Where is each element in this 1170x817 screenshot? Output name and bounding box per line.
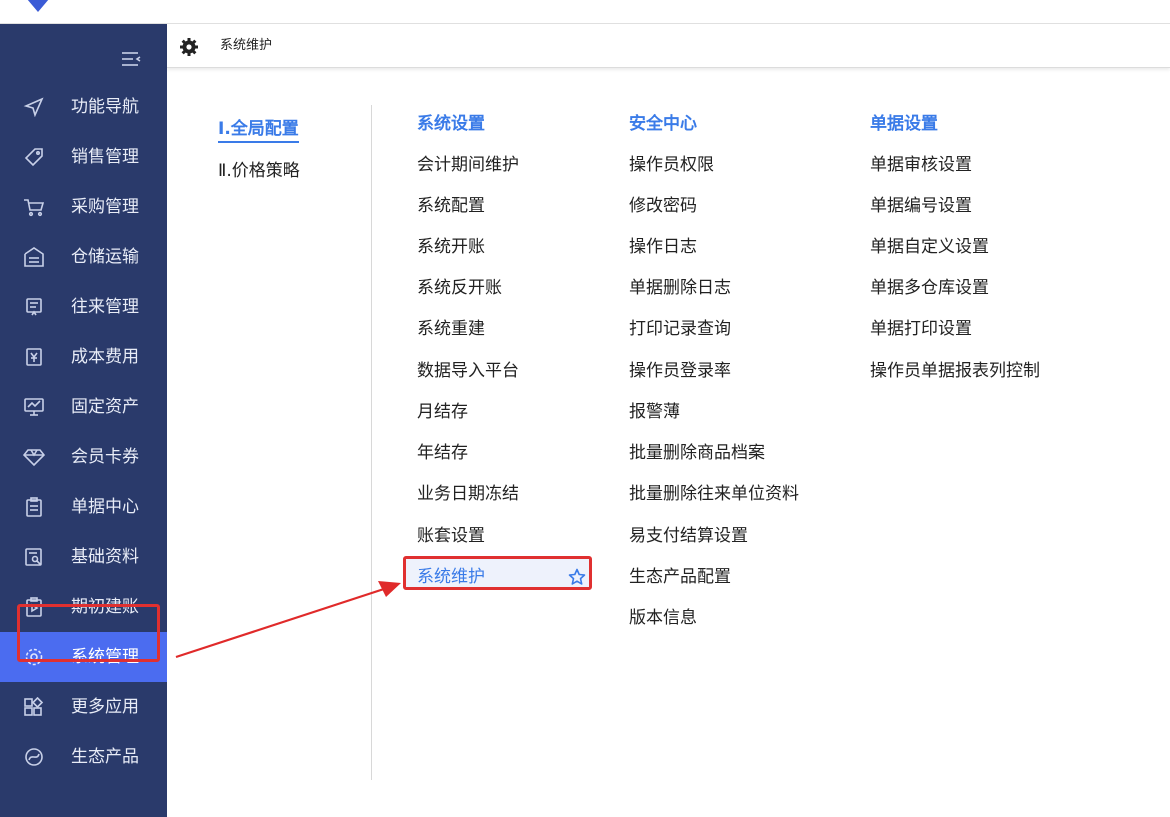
sidebar-item-accounts[interactable]: 往来管理 [0, 282, 167, 332]
menu-item[interactable]: 系统重建 [417, 317, 485, 341]
clipboard-play-icon [26, 597, 42, 617]
sidebar-item-basic-data[interactable]: 基础资料 [0, 532, 167, 582]
sidebar-item-label: 销售管理 [71, 147, 139, 167]
sidebar-item-label: 更多应用 [71, 697, 139, 717]
sidebar-item-documents[interactable]: 单据中心 [0, 482, 167, 532]
sidebar-item-label: 采购管理 [71, 197, 139, 217]
menu-item[interactable]: 会计期间维护 [417, 153, 519, 177]
logo-icon [27, 0, 49, 12]
yen-bill-icon [26, 348, 42, 366]
menu-item[interactable]: 系统反开账 [417, 276, 502, 300]
sidebar-item-label: 单据中心 [71, 497, 139, 517]
tag-icon [24, 148, 43, 167]
menu-item[interactable]: 操作日志 [629, 235, 697, 259]
menu-item[interactable]: 系统开账 [417, 235, 485, 259]
sidebar-item-fixed-assets[interactable]: 固定资产 [0, 382, 167, 432]
menu-item[interactable]: 年结存 [417, 441, 468, 465]
sidebar-item-label: 固定资产 [71, 397, 139, 417]
sidebar-item-label: 仓储运输 [71, 247, 139, 267]
gear-icon [25, 648, 43, 666]
menu-item[interactable]: 单据编号设置 [870, 194, 972, 218]
diamond-icon [23, 449, 45, 467]
sidebar: 功能导航 销售管理 采购管理 仓储运输 往来管理 成本费用 固定资产 会员卡券 [0, 24, 167, 817]
annotation-arrow [175, 581, 401, 659]
menu-item-system-maintenance[interactable]: 系统维护 [417, 565, 485, 589]
receipt-icon [26, 298, 42, 316]
tab-price-strategy[interactable]: Ⅱ.价格策略 [218, 159, 300, 183]
sidebar-item-label: 功能导航 [71, 97, 139, 117]
star-favorite-icon[interactable] [568, 568, 586, 586]
breadcrumb: 系统维护 [167, 24, 1170, 68]
clipboard-icon [26, 497, 42, 517]
menu-item[interactable]: 操作员单据报表列控制 [870, 359, 1040, 383]
menu-item[interactable]: 数据导入平台 [417, 359, 519, 383]
section-title-security-center: 安全中心 [629, 114, 697, 134]
sidebar-item-label: 往来管理 [71, 297, 139, 317]
cart-icon [24, 199, 45, 217]
menu-item[interactable]: 操作员权限 [629, 153, 714, 177]
sidebar-item-label: 期初建账 [71, 597, 139, 617]
page-title: 系统维护 [220, 38, 273, 53]
menu-item[interactable]: 单据审核设置 [870, 153, 972, 177]
menu-item[interactable]: 单据自定义设置 [870, 235, 989, 259]
top-bar [0, 0, 1170, 24]
menu-item[interactable]: 操作员登录率 [629, 359, 731, 383]
menu-item[interactable]: 账套设置 [417, 524, 485, 548]
sidebar-item-opening[interactable]: 期初建账 [0, 582, 167, 632]
section-title-system-settings: 系统设置 [417, 114, 485, 134]
navigation-arrow-icon [23, 97, 44, 117]
menu-item[interactable]: 打印记录查询 [629, 317, 731, 341]
sidebar-item-label: 生态产品 [71, 747, 139, 767]
sidebar-item-label: 系统管理 [71, 647, 139, 667]
menu-item[interactable]: 版本信息 [629, 606, 697, 630]
menu-item[interactable]: 易支付结算设置 [629, 524, 748, 548]
sidebar-item-sales[interactable]: 销售管理 [0, 132, 167, 182]
menu-item[interactable]: 单据删除日志 [629, 276, 731, 300]
sidebar-item-member-cards[interactable]: 会员卡券 [0, 432, 167, 482]
apps-grid-icon [24, 697, 44, 716]
menu-item[interactable]: 报警薄 [629, 400, 680, 424]
profile-doc-icon [25, 548, 42, 566]
sidebar-item-purchase[interactable]: 采购管理 [0, 182, 167, 232]
menu-item[interactable]: 业务日期冻结 [417, 482, 519, 506]
sidebar-item-system-management[interactable]: 系统管理 [0, 632, 167, 682]
menu-collapse-icon[interactable] [120, 50, 142, 68]
monitor-chart-icon [24, 398, 44, 416]
divider [371, 105, 372, 780]
menu-item[interactable]: 系统配置 [417, 194, 485, 218]
app-window: 功能导航 销售管理 采购管理 仓储运输 往来管理 成本费用 固定资产 会员卡券 [0, 0, 1170, 817]
section-title-document-settings: 单据设置 [870, 114, 938, 134]
menu-item[interactable]: 单据多仓库设置 [870, 276, 989, 300]
tab-global-config[interactable]: Ⅰ.全局配置 [218, 117, 299, 143]
menu-item[interactable]: 批量删除往来单位资料 [629, 482, 799, 506]
menu-item[interactable]: 单据打印设置 [870, 317, 972, 341]
sidebar-item-function-nav[interactable]: 功能导航 [0, 82, 167, 132]
menu-item[interactable]: 月结存 [417, 400, 468, 424]
eco-link-icon [25, 748, 43, 766]
menu-item[interactable]: 生态产品配置 [629, 565, 731, 589]
sidebar-item-more-apps[interactable]: 更多应用 [0, 682, 167, 732]
sidebar-item-cost[interactable]: 成本费用 [0, 332, 167, 382]
gear-icon [180, 38, 198, 56]
sidebar-item-eco-products[interactable]: 生态产品 [0, 732, 167, 782]
menu-item[interactable]: 修改密码 [629, 194, 697, 218]
warehouse-icon [24, 247, 44, 267]
sidebar-item-label: 成本费用 [71, 347, 139, 367]
sidebar-item-label: 基础资料 [71, 547, 139, 567]
sidebar-item-warehouse[interactable]: 仓储运输 [0, 232, 167, 282]
menu-item[interactable]: 批量删除商品档案 [629, 441, 765, 465]
sidebar-item-label: 会员卡券 [71, 447, 139, 467]
